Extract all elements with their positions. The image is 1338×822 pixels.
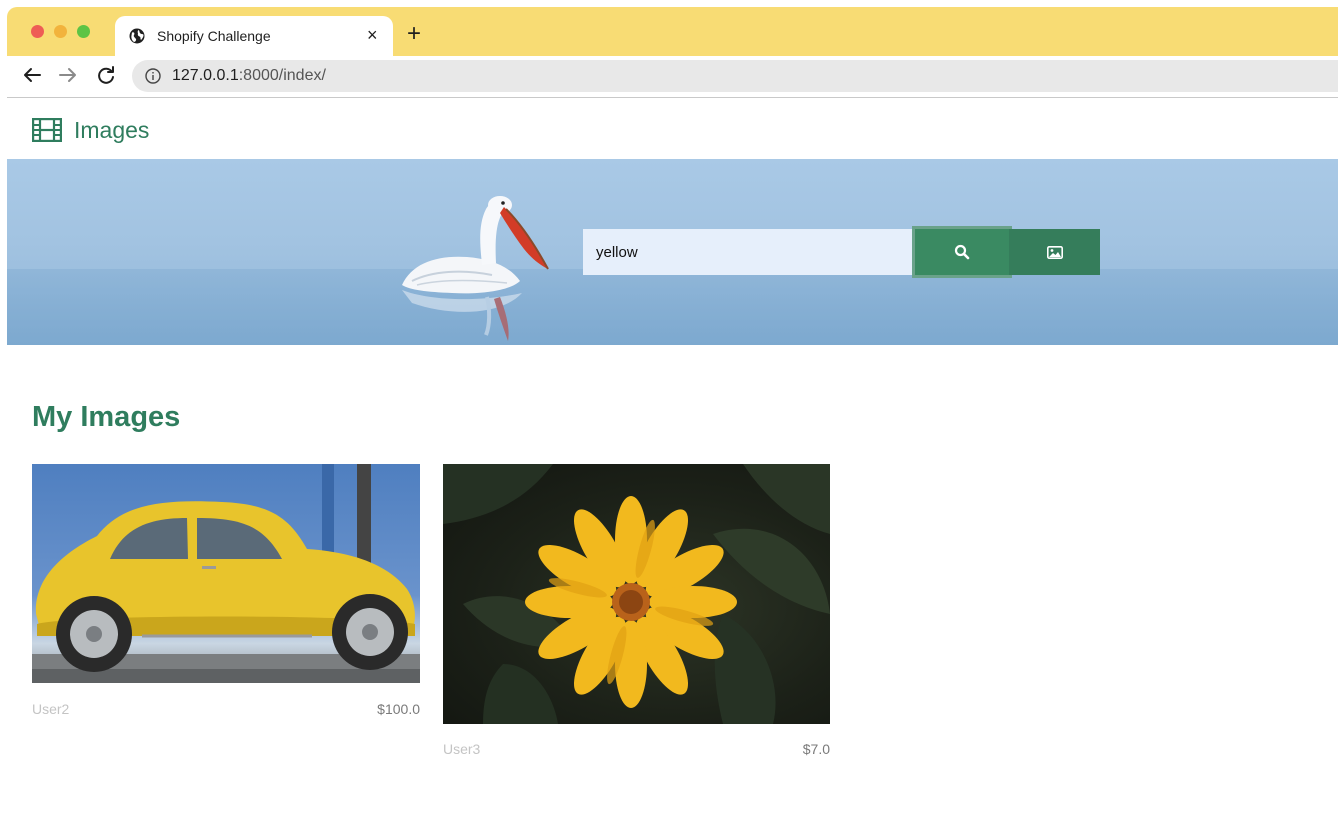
close-tab-icon[interactable]: × [367, 25, 378, 45]
new-tab-button[interactable]: + [407, 22, 421, 46]
image-icon [1046, 245, 1063, 259]
pelican-image [402, 196, 549, 341]
globe-icon [129, 28, 145, 44]
flower-image[interactable] [443, 464, 830, 724]
search-button[interactable] [912, 226, 1012, 278]
image-card[interactable]: User2 $100.0 [32, 464, 420, 724]
browser-tab[interactable]: Shopify Challenge × [115, 16, 393, 56]
brand-link[interactable]: Images [32, 114, 149, 146]
water-surface [7, 269, 1338, 345]
film-icon [32, 118, 62, 142]
search-icon [954, 244, 970, 260]
address-bar[interactable]: 127.0.0.1:8000/index/ [132, 60, 1338, 92]
tab-title: Shopify Challenge [157, 28, 271, 44]
browser-toolbar: 127.0.0.1:8000/index/ [7, 56, 1338, 97]
url-host: 127.0.0.1 [172, 67, 239, 84]
yellow-flower-image [443, 464, 830, 724]
tab-bar: Shopify Challenge × + [7, 7, 1338, 56]
image-search-button[interactable] [1009, 229, 1100, 275]
image-card[interactable]: User3 $7.0 [443, 464, 830, 764]
minimize-window-button[interactable] [54, 25, 67, 38]
info-icon[interactable] [145, 68, 161, 84]
browser-chrome: Shopify Challenge × + 127.0.0.1:8000/ind… [7, 7, 1338, 97]
back-arrow-icon[interactable] [21, 64, 43, 86]
card-owner: User3 [443, 741, 481, 757]
url-text[interactable]: 127.0.0.1:8000/index/ [172, 67, 326, 85]
card-price: $100.0 [377, 701, 420, 717]
card-owner: User2 [32, 701, 70, 717]
brand-title: Images [74, 116, 150, 143]
car-image[interactable] [32, 464, 420, 683]
search-input[interactable] [583, 229, 913, 275]
maximize-window-button[interactable] [77, 25, 90, 38]
card-price: $7.0 [802, 741, 830, 757]
forward-arrow-icon[interactable] [57, 64, 79, 86]
page-title: My Images [32, 401, 181, 433]
reload-icon[interactable] [95, 64, 117, 86]
chrome-divider [7, 97, 1338, 98]
yellow-car-image [32, 464, 420, 683]
url-path: :8000/index/ [238, 67, 326, 84]
close-window-button[interactable] [31, 25, 44, 38]
